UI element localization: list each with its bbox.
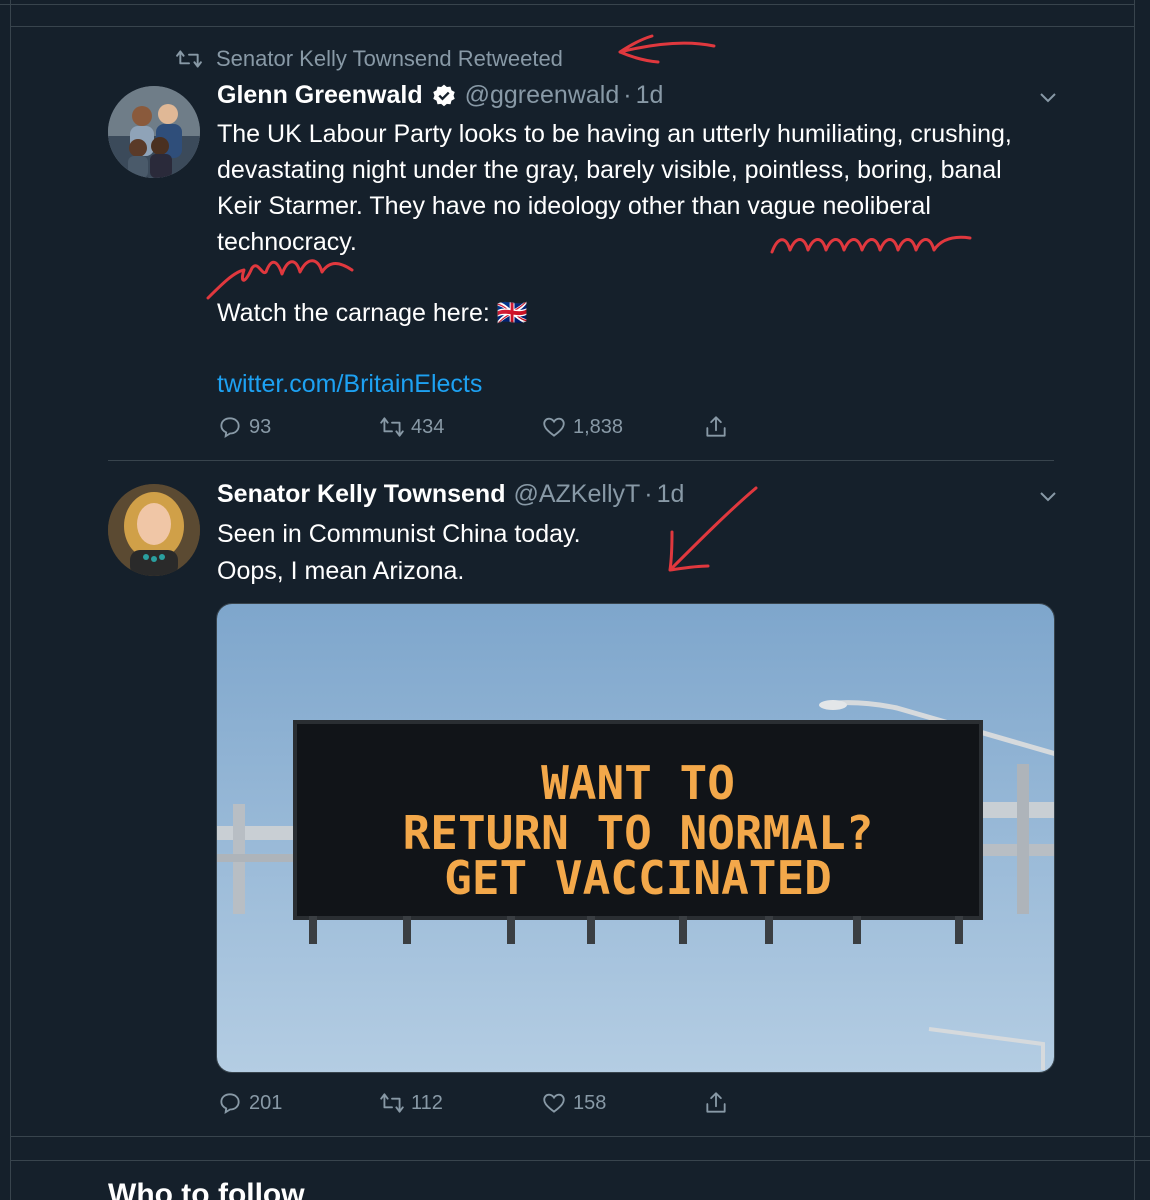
author-name[interactable]: Senator Kelly Townsend: [217, 480, 505, 509]
tweet-header: Glenn Greenwald @ggreenwald · 1d: [217, 81, 663, 110]
flag-emoji: 🇬🇧: [496, 299, 528, 327]
tweet-line: Oops, I mean Arizona.: [217, 557, 465, 585]
avatar[interactable]: [108, 86, 200, 178]
tweet-actions: 201 112 158: [217, 1090, 865, 1116]
chevron-down-icon[interactable]: [1038, 87, 1058, 107]
retweet-count: 434: [411, 415, 445, 438]
retweet-button[interactable]: 434: [379, 414, 541, 440]
tweet-line: Watch the carnage here: 🇬🇧: [217, 295, 1067, 331]
column-border-right: [1134, 0, 1135, 1200]
sign-text-line: WANT TO: [541, 756, 735, 810]
author-handle[interactable]: @ggreenwald: [465, 81, 620, 110]
reply-count: 93: [249, 415, 272, 438]
reply-icon: [220, 1093, 240, 1115]
column-border-left: [10, 0, 11, 1200]
tweet-body: Seen in Communist China today. Oops, I m…: [217, 516, 1067, 590]
tweet-time[interactable]: 1d: [657, 480, 685, 509]
tweet-divider: [108, 460, 1054, 461]
reply-icon: [220, 417, 240, 439]
tweet-link[interactable]: twitter.com/BritainElects: [217, 366, 1067, 402]
sign-text-line: GET VACCINATED: [444, 851, 832, 905]
share-button[interactable]: [703, 1090, 865, 1116]
share-icon: [706, 1092, 726, 1113]
verified-icon: [432, 84, 455, 106]
tweet-line: Seen in Communist China today.: [217, 520, 581, 548]
who-to-follow-heading: Who to follow: [108, 1178, 305, 1200]
timeline-column: Senator Kelly Townsend Retweeted Glenn G…: [0, 0, 1150, 1200]
retweet-icon: [380, 1093, 404, 1113]
highway-sign-photo: WANT TO RETURN TO NORMAL? GET VACCINATED: [217, 604, 1054, 1072]
avatar[interactable]: [108, 484, 200, 576]
reply-button[interactable]: 93: [217, 414, 379, 440]
top-divider-2: [10, 26, 1134, 27]
tweet-line: Keir Starmer. They have no ideology othe…: [217, 192, 931, 220]
tweet-line: devastating night under the gray, barely…: [217, 156, 1002, 184]
author-handle[interactable]: @AZKellyT: [513, 480, 640, 509]
section-divider: [10, 1160, 1150, 1161]
section-divider: [10, 1136, 1150, 1137]
retweet-icon: [176, 50, 202, 68]
retweet-button[interactable]: 112: [379, 1090, 541, 1116]
tweet-text: Watch the carnage here:: [217, 299, 490, 327]
retweet-label: Senator Kelly Townsend Retweeted: [216, 46, 563, 71]
share-button[interactable]: [703, 414, 865, 440]
like-icon: [543, 417, 565, 437]
author-name[interactable]: Glenn Greenwald: [217, 81, 423, 110]
separator-dot: ·: [644, 480, 653, 508]
top-divider: [0, 4, 1134, 5]
tweet-body: The UK Labour Party looks to be having a…: [217, 116, 1067, 402]
tweet-time[interactable]: 1d: [636, 81, 664, 110]
reply-button[interactable]: 201: [217, 1090, 379, 1116]
tweet-actions: 93 434 1,838: [217, 414, 865, 440]
retweet-context[interactable]: Senator Kelly Townsend Retweeted: [176, 46, 563, 72]
like-count: 158: [573, 1091, 607, 1114]
like-count: 1,838: [573, 415, 624, 438]
tweet-line: The UK Labour Party looks to be having a…: [217, 120, 1012, 148]
tweet-line: technocracy.: [217, 228, 357, 256]
chevron-down-icon[interactable]: [1038, 486, 1058, 506]
avatar-photo-group: [108, 86, 200, 178]
retweet-count: 112: [411, 1091, 443, 1114]
retweet-icon: [380, 417, 404, 437]
share-icon: [706, 416, 726, 437]
like-icon: [543, 1093, 565, 1113]
like-button[interactable]: 1,838: [541, 414, 703, 440]
like-button[interactable]: 158: [541, 1090, 703, 1116]
avatar-photo-woman: [108, 484, 200, 576]
separator-dot: ·: [623, 81, 632, 109]
tweet-header: Senator Kelly Townsend @AZKellyT · 1d: [217, 480, 684, 509]
reply-count: 201: [249, 1091, 283, 1114]
tweet-media-image[interactable]: WANT TO RETURN TO NORMAL? GET VACCINATED: [216, 603, 1055, 1073]
